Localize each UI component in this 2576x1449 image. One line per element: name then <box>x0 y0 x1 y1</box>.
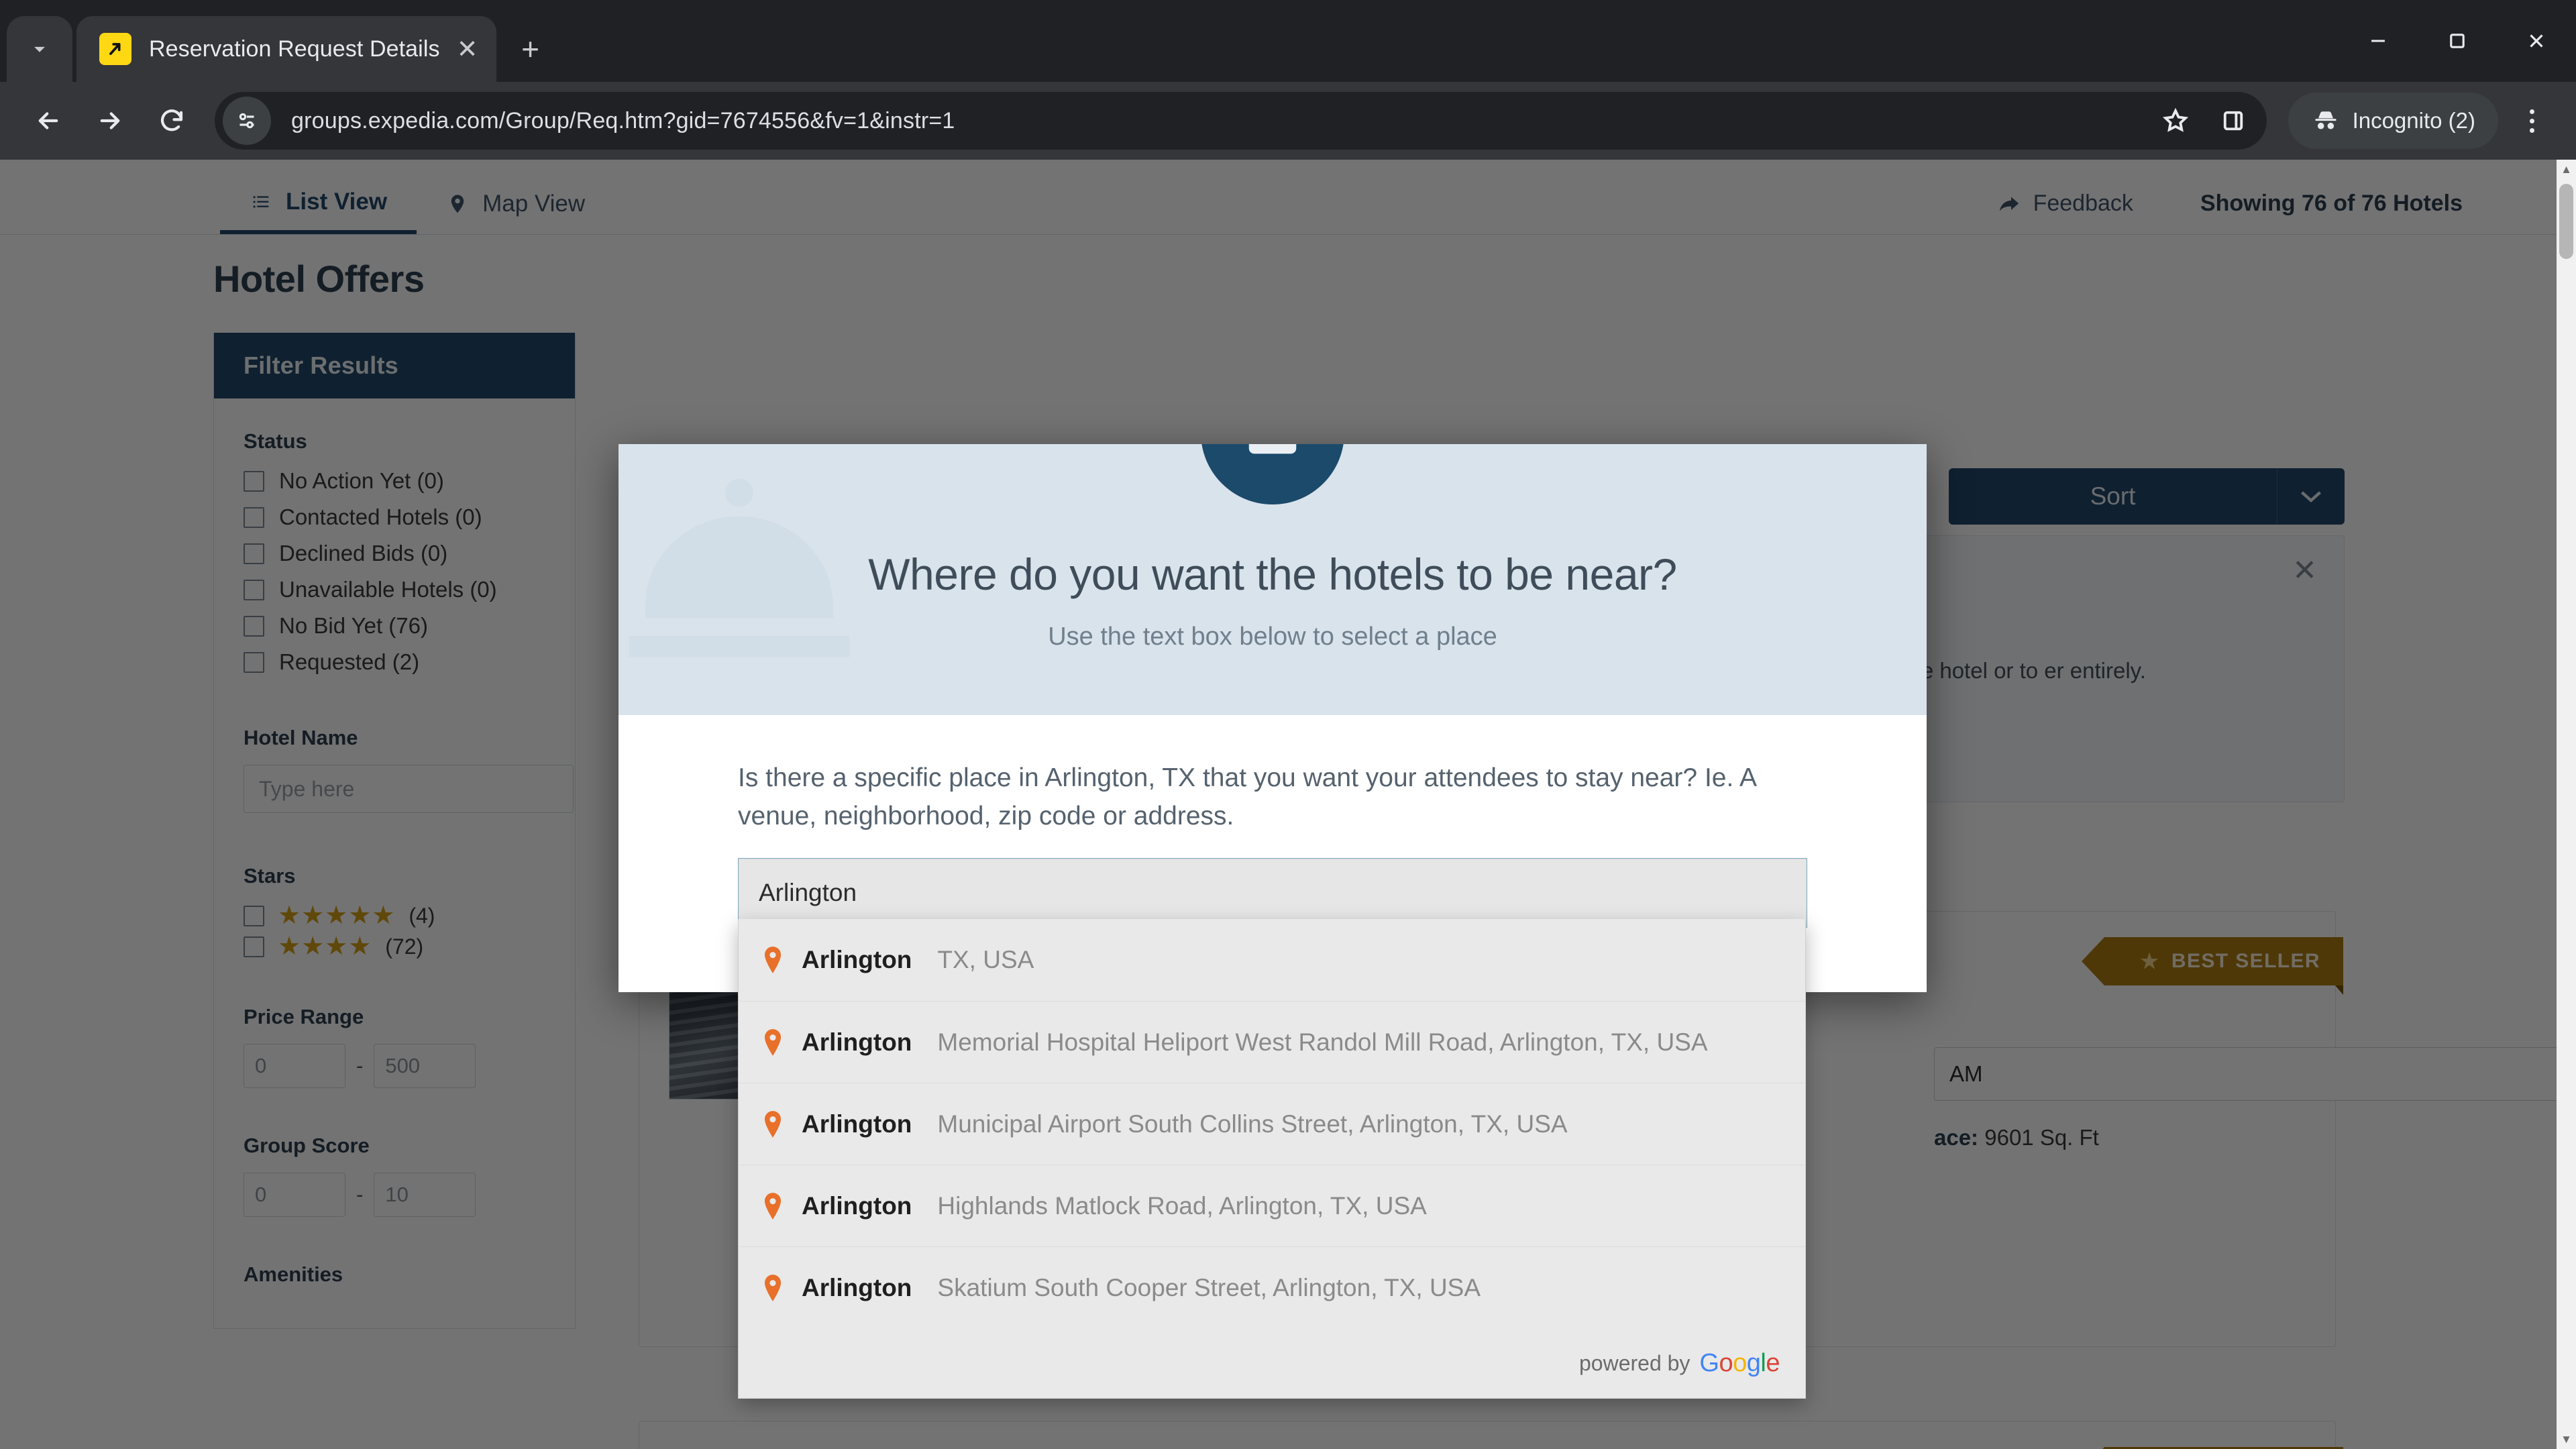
modal-subtitle: Use the text box below to select a place <box>1048 622 1497 651</box>
minimize-icon <box>2371 40 2385 42</box>
tab-title: Reservation Request Details <box>149 36 440 62</box>
autocomplete-item[interactable]: Arlington Skatium South Cooper Street, A… <box>739 1246 1805 1328</box>
google-letter: e <box>1766 1348 1780 1377</box>
reload-button[interactable] <box>141 90 203 152</box>
close-icon <box>2530 34 2543 48</box>
autocomplete-main-text: Arlington <box>802 1028 912 1056</box>
scrollbar-down-button[interactable]: ▼ <box>2557 1430 2576 1449</box>
arrow-left-icon <box>38 112 58 129</box>
place-search-input[interactable]: Arlington <box>738 858 1807 928</box>
autocomplete-secondary-text: Municipal Airport South Collins Street, … <box>937 1110 1568 1138</box>
google-letter: o <box>1719 1348 1733 1377</box>
browser-tab[interactable]: Reservation Request Details ✕ <box>76 16 496 82</box>
briefcase-icon <box>1248 444 1297 454</box>
page-viewport: List View Map View Feedback Showing 76 o… <box>0 160 2576 1449</box>
profile-label: Incognito (2) <box>2352 108 2475 133</box>
autocomplete-secondary-text: TX, USA <box>937 946 1034 973</box>
service-bell-icon <box>619 458 880 715</box>
expedia-group-page: List View Map View Feedback Showing 76 o… <box>0 160 2576 1449</box>
browser-window: Reservation Request Details ✕ + groups.e… <box>0 0 2576 1449</box>
side-panel-icon <box>2223 111 2243 131</box>
bookmark-button[interactable] <box>2149 94 2202 148</box>
autocomplete-main-text: Arlington <box>802 1273 912 1301</box>
tab-close-button[interactable]: ✕ <box>449 31 486 67</box>
tab-search-button[interactable] <box>7 16 72 82</box>
profile-button[interactable]: Incognito (2) <box>2288 93 2498 149</box>
kebab-dot <box>2529 109 2534 114</box>
kebab-dot <box>2529 127 2534 133</box>
modal-title: Where do you want the hotels to be near? <box>868 549 1677 599</box>
autocomplete-item[interactable]: Arlington Highlands Matlock Road, Arling… <box>739 1165 1805 1246</box>
address-bar-url: groups.expedia.com/Group/Req.htm?gid=767… <box>291 107 955 133</box>
tab-strip: Reservation Request Details ✕ + <box>0 0 554 82</box>
browser-title-bar: Reservation Request Details ✕ + <box>0 0 2576 82</box>
autocomplete-footer: powered by Google <box>739 1328 1805 1398</box>
site-settings-button[interactable] <box>223 97 271 145</box>
forward-button[interactable] <box>79 90 141 152</box>
location-modal: Where do you want the hotels to be near?… <box>619 444 1927 993</box>
autocomplete-secondary-text: Skatium South Cooper Street, Arlington, … <box>937 1273 1481 1301</box>
browser-toolbar: groups.expedia.com/Group/Req.htm?gid=767… <box>0 82 2576 160</box>
star-icon <box>2162 107 2188 132</box>
place-autocomplete-dropdown: Arlington TX, USA Arlington Memorial Hos… <box>738 919 1806 1399</box>
address-bar[interactable]: groups.expedia.com/Group/Req.htm?gid=767… <box>215 92 2267 150</box>
browser-menu-button[interactable] <box>2505 93 2559 149</box>
autocomplete-item[interactable]: Arlington Municipal Airport South Collin… <box>739 1083 1805 1165</box>
map-pin-icon <box>761 945 784 975</box>
autocomplete-main-text: Arlington <box>802 946 912 973</box>
map-pin-icon <box>761 1110 784 1139</box>
map-pin-icon <box>761 1273 784 1303</box>
google-letter: G <box>1699 1348 1719 1377</box>
expedia-logo-icon <box>99 33 131 65</box>
side-panel-button[interactable] <box>2206 94 2260 148</box>
autocomplete-secondary-text: Memorial Hospital Heliport West Randol M… <box>937 1028 1708 1056</box>
google-letter: o <box>1733 1348 1747 1377</box>
modal-question: Is there a specific place in Arlington, … <box>738 763 1756 830</box>
tune-icon <box>239 113 254 129</box>
autocomplete-item[interactable]: Arlington Memorial Hospital Heliport Wes… <box>739 1001 1805 1083</box>
map-pin-icon <box>761 1191 784 1221</box>
incognito-icon <box>2314 111 2337 129</box>
maximize-icon <box>2450 34 2465 48</box>
modal-header: Where do you want the hotels to be near?… <box>619 444 1927 715</box>
window-maximize-button[interactable] <box>2418 0 2497 82</box>
page-scrollbar[interactable]: ▲ ▼ <box>2557 160 2576 1449</box>
autocomplete-secondary-text: Highlands Matlock Road, Arlington, TX, U… <box>937 1191 1427 1220</box>
omnibox-actions <box>2149 94 2260 148</box>
map-pin-icon <box>761 1028 784 1057</box>
back-button[interactable] <box>17 90 79 152</box>
autocomplete-item[interactable]: Arlington TX, USA <box>739 919 1805 1001</box>
window-close-button[interactable] <box>2497 0 2576 82</box>
scrollbar-up-button[interactable]: ▲ <box>2557 160 2576 179</box>
window-controls <box>2339 0 2576 82</box>
reload-icon <box>160 109 183 131</box>
google-letter: g <box>1746 1348 1761 1377</box>
new-tab-button[interactable]: + <box>507 25 554 72</box>
kebab-dot <box>2529 118 2534 123</box>
google-logo: Google <box>1699 1349 1780 1378</box>
autocomplete-main-text: Arlington <box>802 1191 912 1220</box>
arrow-right-icon <box>100 112 120 129</box>
briefcase-badge <box>1201 444 1344 504</box>
chevron-down-icon <box>34 46 45 52</box>
scrollbar-thumb[interactable] <box>2559 184 2573 259</box>
window-minimize-button[interactable] <box>2339 0 2418 82</box>
autocomplete-main-text: Arlington <box>802 1110 912 1138</box>
powered-by-label: powered by <box>1578 1350 1690 1375</box>
